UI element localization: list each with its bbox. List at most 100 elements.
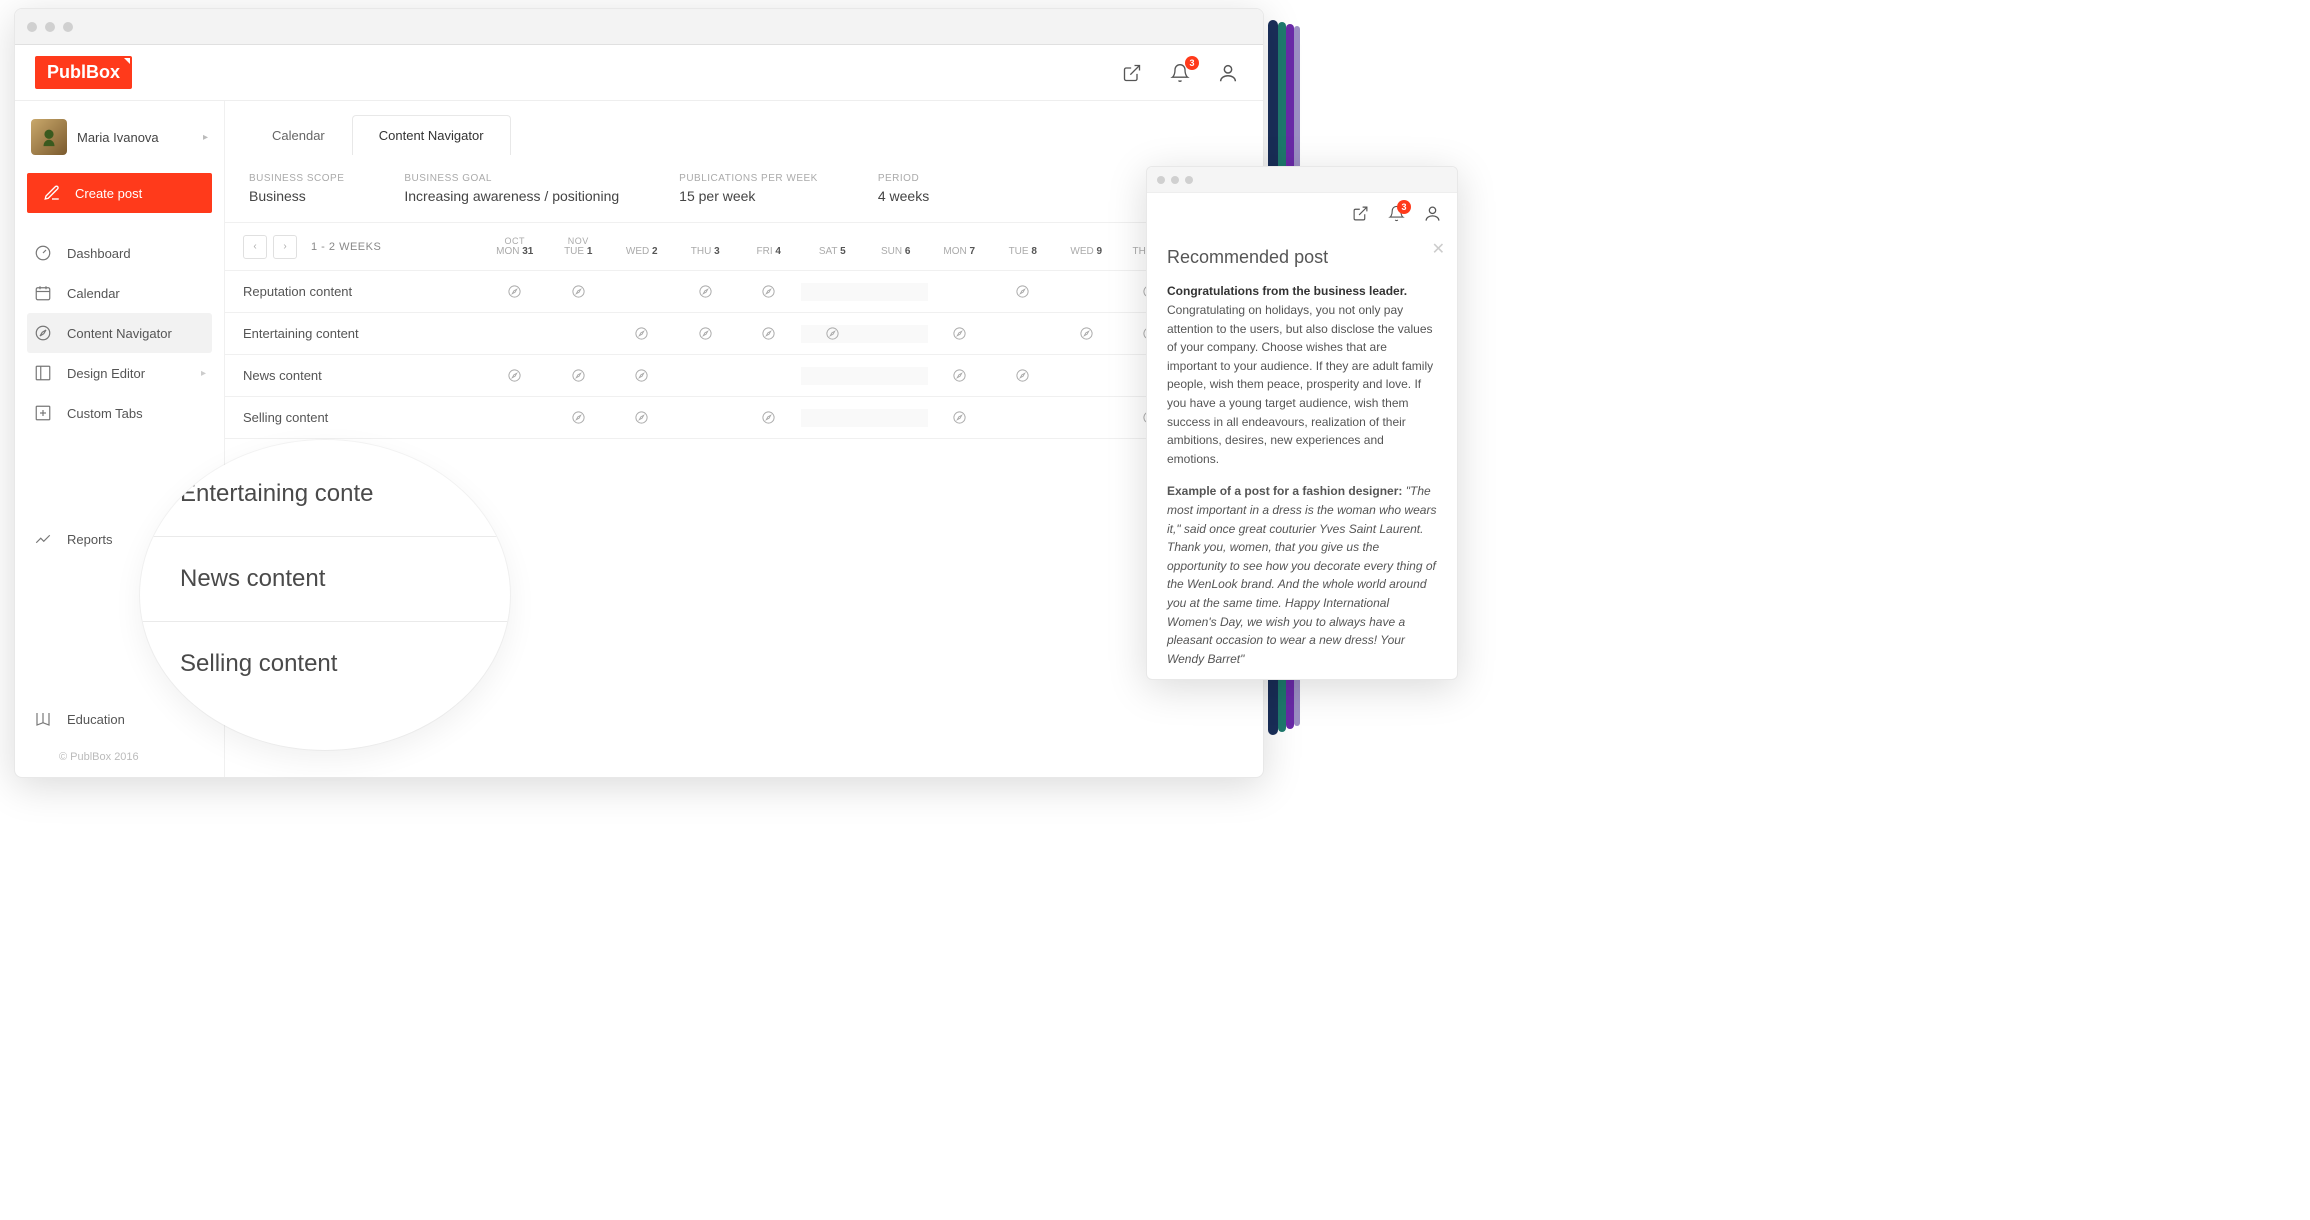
traffic-light-close[interactable]: [27, 22, 37, 32]
calendar-cell[interactable]: [864, 283, 928, 301]
layout-icon: [33, 363, 53, 383]
book-icon: [33, 709, 53, 729]
calendar-cell[interactable]: [1055, 367, 1119, 385]
compass-icon: [506, 283, 524, 301]
user-profile-row[interactable]: Maria Ivanova ▸: [27, 115, 212, 159]
calendar-cell[interactable]: [928, 325, 992, 343]
next-week-button[interactable]: ›: [273, 235, 297, 259]
compass-icon: [1077, 325, 1095, 343]
calendar-cell[interactable]: [928, 283, 992, 301]
compass-icon: [633, 409, 651, 427]
calendar-cell[interactable]: [674, 283, 738, 301]
calendar-cell[interactable]: [991, 283, 1055, 301]
user-icon[interactable]: [1213, 58, 1243, 88]
calendar-cell[interactable]: [737, 367, 801, 385]
sidebar-item-label: Reports: [67, 532, 113, 547]
calendar-cell[interactable]: [991, 409, 1055, 427]
calendar-content-row: Entertaining content: [225, 313, 1263, 355]
calendar-cell[interactable]: [483, 367, 547, 385]
calendar-cell[interactable]: [864, 409, 928, 427]
zoom-item: Selling content: [140, 622, 510, 706]
sidebar-item-design-editor[interactable]: Design Editor ▸: [27, 353, 212, 393]
calendar-cell[interactable]: [991, 325, 1055, 343]
calendar-cell[interactable]: [610, 409, 674, 427]
calendar-icon: [33, 283, 53, 303]
calendar-content-row: Reputation content: [225, 271, 1263, 313]
traffic-light-minimize[interactable]: [45, 22, 55, 32]
sidebar-item-dashboard[interactable]: Dashboard: [27, 233, 212, 273]
content-row-label: News content: [243, 368, 443, 383]
calendar-cell[interactable]: [674, 325, 738, 343]
create-post-button[interactable]: Create post: [27, 173, 212, 213]
calendar-cell[interactable]: [547, 325, 611, 343]
zoom-lens-overlay: Entertaining conte News content Selling …: [140, 440, 510, 750]
brand-logo[interactable]: PublBox: [35, 56, 132, 89]
calendar-cell[interactable]: [483, 283, 547, 301]
close-icon[interactable]: ✕: [1432, 239, 1445, 259]
user-icon[interactable]: [1421, 202, 1443, 224]
meta-label: PERIOD: [878, 173, 929, 184]
day-column-header: TUE 8: [991, 236, 1055, 257]
day-column-header: NOVTUE 1: [547, 236, 611, 257]
compass-icon: [633, 325, 651, 343]
external-link-icon[interactable]: [1349, 202, 1371, 224]
tab-calendar[interactable]: Calendar: [245, 115, 352, 155]
calendar-cell[interactable]: [737, 283, 801, 301]
calendar-cell[interactable]: [1055, 325, 1119, 343]
sidebar-item-label: Dashboard: [67, 246, 131, 261]
day-column-header: WED 9: [1055, 236, 1119, 257]
calendar-cell[interactable]: [864, 325, 928, 343]
day-column-header: MON 7: [928, 236, 992, 257]
calendar-content-row: Selling content: [225, 397, 1263, 439]
traffic-light-minimize[interactable]: [1171, 176, 1179, 184]
calendar-cell[interactable]: [547, 367, 611, 385]
sidebar-item-custom-tabs[interactable]: Custom Tabs: [27, 393, 212, 433]
traffic-light-zoom[interactable]: [63, 22, 73, 32]
tab-content-navigator[interactable]: Content Navigator: [352, 115, 511, 155]
calendar-cell[interactable]: [1055, 409, 1119, 427]
external-link-icon[interactable]: [1117, 58, 1147, 88]
calendar-cell[interactable]: [1055, 283, 1119, 301]
sidebar-item-education[interactable]: Education: [27, 699, 212, 739]
compass-icon: [760, 409, 778, 427]
day-column-header: SAT 5: [801, 236, 865, 257]
calendar-cell[interactable]: [483, 325, 547, 343]
calendar-cell[interactable]: [610, 367, 674, 385]
calendar-cell[interactable]: [610, 325, 674, 343]
calendar-cell[interactable]: [801, 409, 865, 427]
calendar-cell[interactable]: [547, 409, 611, 427]
compass-icon: [696, 325, 714, 343]
compass-icon: [950, 367, 968, 385]
traffic-light-close[interactable]: [1157, 176, 1165, 184]
gauge-icon: [33, 243, 53, 263]
calendar-cell[interactable]: [483, 409, 547, 427]
compass-icon: [696, 283, 714, 301]
calendar-cell[interactable]: [801, 325, 865, 343]
popup-paragraph: Example of a post for a fashion designer…: [1167, 482, 1437, 668]
calendar-cell[interactable]: [801, 367, 865, 385]
notifications-icon[interactable]: 3: [1165, 58, 1195, 88]
notification-badge: 3: [1185, 56, 1199, 70]
calendar-cell[interactable]: [928, 409, 992, 427]
window-titlebar: [15, 9, 1263, 45]
calendar-cell[interactable]: [864, 367, 928, 385]
sidebar-item-content-navigator[interactable]: Content Navigator: [27, 313, 212, 353]
compass-icon: [950, 409, 968, 427]
sidebar-item-calendar[interactable]: Calendar: [27, 273, 212, 313]
traffic-light-zoom[interactable]: [1185, 176, 1193, 184]
calendar-cell[interactable]: [928, 367, 992, 385]
calendar-cell[interactable]: [674, 409, 738, 427]
meta-value: Increasing awareness / positioning: [404, 188, 619, 204]
calendar-cell[interactable]: [801, 283, 865, 301]
calendar-cell[interactable]: [674, 367, 738, 385]
calendar-cell[interactable]: [737, 409, 801, 427]
calendar-cell[interactable]: [610, 283, 674, 301]
calendar-cell[interactable]: [737, 325, 801, 343]
calendar-cell[interactable]: [547, 283, 611, 301]
calendar-cell[interactable]: [991, 367, 1055, 385]
prev-week-button[interactable]: ‹: [243, 235, 267, 259]
day-column-header: OCTMON 31: [483, 236, 547, 257]
day-column-header: SUN 6: [864, 236, 928, 257]
notifications-icon[interactable]: 3: [1385, 202, 1407, 224]
sidebar-item-label: Education: [67, 712, 125, 727]
